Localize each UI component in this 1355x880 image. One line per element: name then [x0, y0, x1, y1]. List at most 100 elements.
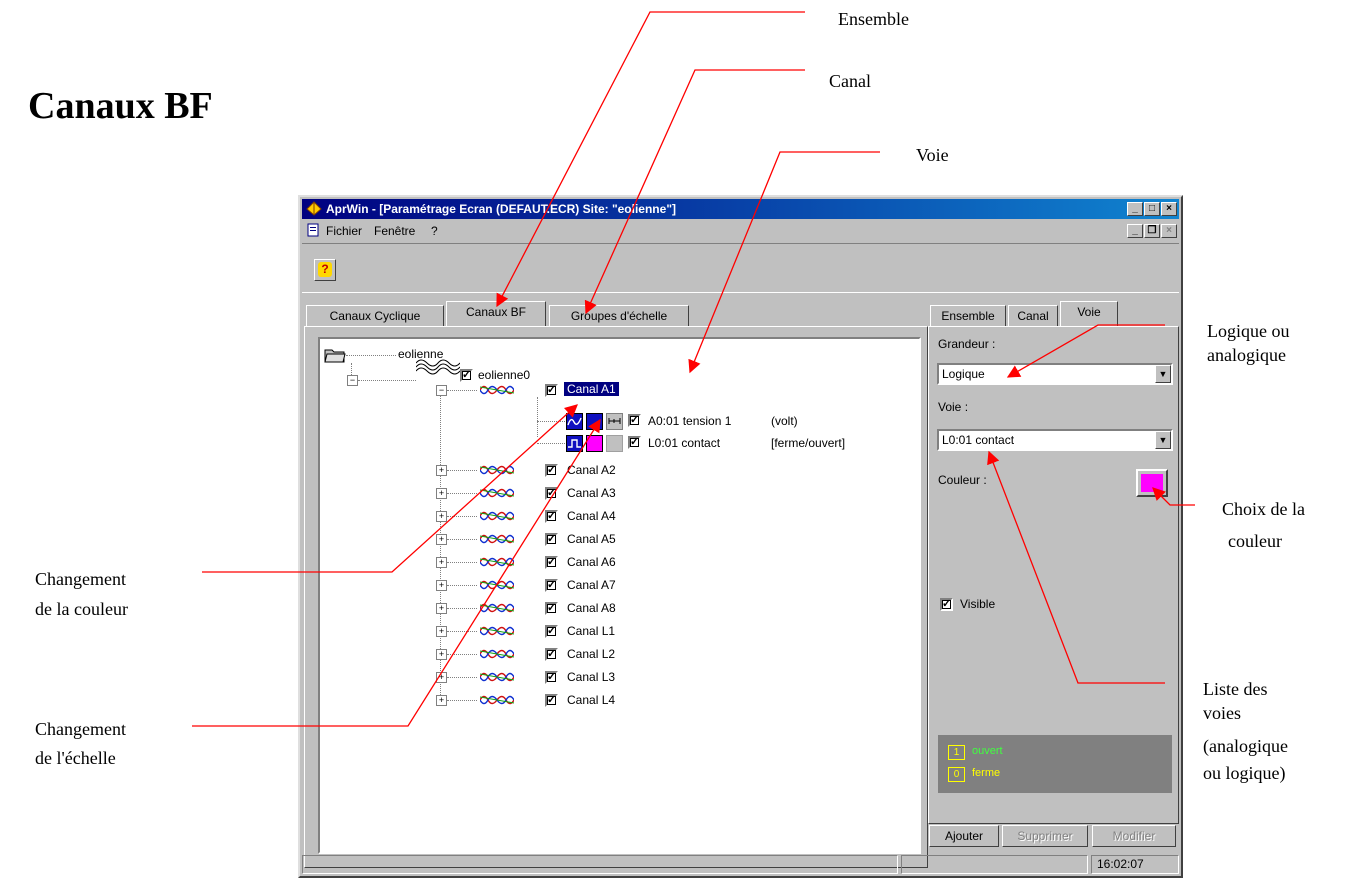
checkbox-canal-a1[interactable]: ✓ [545, 384, 558, 397]
grandeur-select[interactable]: Logique ▼ [937, 363, 1173, 385]
tree-canal-row[interactable]: + ✓ Canal L3 [320, 668, 720, 688]
checkbox-voie1[interactable]: ✓ [628, 414, 641, 427]
child-minimize-button[interactable]: _ [1127, 224, 1143, 238]
help-button[interactable]: ? [314, 259, 336, 281]
tab-canal[interactable]: Canal [1008, 305, 1058, 327]
expander-canal[interactable]: + [436, 695, 447, 706]
tree-canal-row[interactable]: + ✓ Canal A4 [320, 507, 720, 527]
annotation-liste-1: Liste des [1203, 679, 1268, 699]
tab-canaux-cyclique[interactable]: Canaux Cyclique [306, 305, 444, 327]
tree-canal-row[interactable]: + ✓ Canal A2 [320, 461, 720, 481]
tab-canaux-bf[interactable]: Canaux BF [446, 301, 546, 326]
grandeur-label: Grandeur : [938, 337, 996, 351]
expander-canal[interactable]: + [436, 626, 447, 637]
voie1-type-icon [566, 413, 583, 430]
tree-canal-row[interactable]: + ✓ Canal L4 [320, 691, 720, 711]
annotation-liste-3: (analogique [1203, 736, 1288, 756]
ajouter-button[interactable]: Ajouter [929, 825, 999, 847]
minimize-button[interactable]: _ [1127, 202, 1143, 216]
checkbox-canal[interactable]: ✓ [545, 487, 558, 500]
menu-help[interactable]: ? [431, 224, 438, 238]
checkbox-eolienne0[interactable]: ✓ [460, 369, 473, 382]
expander-eolienne0[interactable]: − [347, 375, 358, 386]
tree-canal-label: Canal A2 [567, 463, 616, 477]
tree-canal-row[interactable]: + ✓ Canal L2 [320, 645, 720, 665]
child-close-button[interactable]: × [1161, 224, 1177, 238]
tree-canal-row[interactable]: + ✓ Canal A6 [320, 553, 720, 573]
close-button[interactable]: × [1161, 202, 1177, 216]
checkbox-canal[interactable]: ✓ [545, 694, 558, 707]
annotation-logique-2: analogique [1207, 345, 1286, 365]
tree-canal-row[interactable]: + ✓ Canal A7 [320, 576, 720, 596]
expander-canal[interactable]: + [436, 557, 447, 568]
tree-voie1-label: A0:01 tension 1 [648, 414, 732, 428]
menu-fichier[interactable]: Fichier [326, 224, 362, 238]
voie2-color-swatch[interactable] [586, 435, 603, 452]
expander-canal[interactable]: + [436, 465, 447, 476]
visible-checkbox[interactable]: ✓ [940, 598, 953, 611]
tab-voie[interactable]: Voie [1060, 301, 1118, 326]
logic-zero-icon: 0 [948, 767, 965, 782]
canal-icon [480, 603, 514, 613]
tree-canal-label: Canal A5 [567, 532, 616, 546]
color-swatch [1141, 474, 1163, 492]
tab-ensemble[interactable]: Ensemble [930, 305, 1006, 327]
menu-bar: Fichier Fenêtre ? _ ❐ × [302, 221, 1179, 241]
canal-icon [480, 511, 514, 521]
voie-select[interactable]: L0:01 contact ▼ [937, 429, 1173, 451]
expander-canal[interactable]: + [436, 511, 447, 522]
expander-canal[interactable]: + [436, 580, 447, 591]
tree-canal-row[interactable]: + ✓ Canal A3 [320, 484, 720, 504]
voie-value: L0:01 contact [942, 433, 1015, 447]
annotation-choix-2: couleur [1228, 531, 1282, 551]
annotation-liste-4: ou logique) [1203, 763, 1286, 783]
expander-canal[interactable]: + [436, 488, 447, 499]
tree-canal-label: Canal A4 [567, 509, 616, 523]
checkbox-canal[interactable]: ✓ [545, 648, 558, 661]
tree-canal-label: Canal A7 [567, 578, 616, 592]
expander-canal[interactable]: + [436, 672, 447, 683]
menu-fenetre[interactable]: Fenêtre [374, 224, 415, 238]
checkbox-canal[interactable]: ✓ [545, 671, 558, 684]
checkbox-canal[interactable]: ✓ [545, 533, 558, 546]
title-bar[interactable]: AprWin - [Paramétrage Ecran (DEFAUT.ECR)… [302, 199, 1179, 219]
checkbox-voie2[interactable]: ✓ [628, 436, 641, 449]
voie1-scale-icon[interactable] [606, 413, 623, 430]
chevron-down-icon[interactable]: ▼ [1155, 365, 1171, 383]
expander-canal-a1[interactable]: − [436, 385, 447, 396]
expander-canal[interactable]: + [436, 649, 447, 660]
tree-voie2-unit: [ferme/ouvert] [771, 436, 846, 450]
tree-canal-row[interactable]: + ✓ Canal A8 [320, 599, 720, 619]
checkbox-canal[interactable]: ✓ [545, 556, 558, 569]
annotation-canal: Canal [829, 71, 871, 91]
color-picker-button[interactable] [1136, 469, 1168, 497]
tree-canal-row[interactable]: + ✓ Canal L1 [320, 622, 720, 642]
canal-icon [480, 695, 514, 705]
modifier-button[interactable]: Modifier [1092, 825, 1176, 847]
checkbox-canal[interactable]: ✓ [545, 579, 558, 592]
voie1-color-swatch[interactable] [586, 413, 603, 430]
tree-canal-a1[interactable]: Canal A1 [563, 381, 620, 397]
voie2-scale-icon[interactable] [606, 435, 623, 452]
canal-icon [480, 580, 514, 590]
checkbox-canal[interactable]: ✓ [545, 625, 558, 638]
logic-legend: 1 ouvert 0 ferme [938, 735, 1172, 793]
expander-canal[interactable]: + [436, 534, 447, 545]
maximize-button[interactable]: □ [1144, 202, 1160, 216]
chevron-down-icon[interactable]: ▼ [1155, 431, 1171, 449]
checkbox-canal[interactable]: ✓ [545, 510, 558, 523]
canal-icon [480, 626, 514, 636]
supprimer-button[interactable]: Supprimer [1002, 825, 1088, 847]
channel-tree[interactable]: eolienne − ✓ eolienne0 − ✓ Canal A1 ✓ A0… [318, 337, 921, 854]
tree-voie2-label: L0:01 contact [648, 436, 721, 450]
annotation-liste-2: voies [1203, 703, 1241, 723]
tab-groupes-echelle[interactable]: Groupes d'échelle [549, 305, 689, 327]
canal-icon [480, 672, 514, 682]
expander-canal[interactable]: + [436, 603, 447, 614]
toolbar [302, 243, 1179, 293]
child-restore-button[interactable]: ❐ [1144, 224, 1160, 238]
app-icon [306, 201, 322, 216]
checkbox-canal[interactable]: ✓ [545, 464, 558, 477]
tree-canal-row[interactable]: + ✓ Canal A5 [320, 530, 720, 550]
checkbox-canal[interactable]: ✓ [545, 602, 558, 615]
